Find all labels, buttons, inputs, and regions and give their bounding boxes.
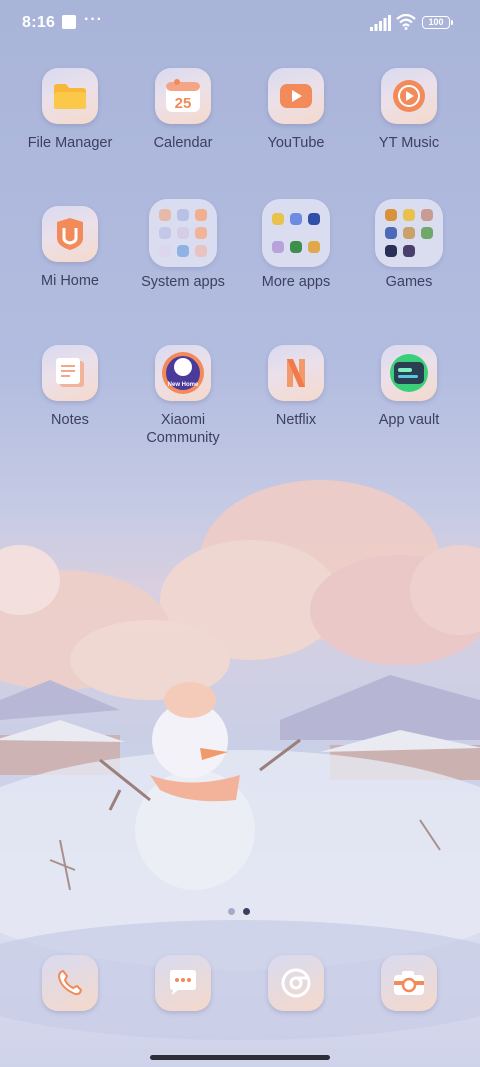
mini-app-icon [384,226,397,239]
app-file-manager[interactable]: File Manager [15,68,125,152]
yt-music-icon [381,68,437,124]
youtube-icon [268,68,324,124]
wallpaper [0,480,480,1040]
folder-games[interactable]: Games [354,199,464,291]
app-app-vault[interactable]: App vault [354,345,464,429]
page-indicator[interactable] [228,908,250,915]
app-label: YT Music [378,135,440,151]
notes-icon [42,345,98,401]
mini-app-icon [176,208,189,221]
folder-more-apps[interactable]: More apps [241,199,351,291]
mini-app-icon [289,213,302,226]
app-netflix[interactable]: Netflix [241,345,351,429]
dock-browser[interactable] [268,955,324,1011]
folder-label: More apps [261,274,331,290]
page-dot[interactable] [228,908,235,915]
page-dot-current[interactable] [243,908,250,915]
app-label: Xiaomi Community [146,412,220,446]
app-label: Mi Home [40,273,99,289]
app-yt-music[interactable]: YT Music [354,68,464,152]
chrome-icon [268,955,324,1011]
dock-messages[interactable] [155,955,211,1011]
folder-system-apps[interactable]: System apps [128,199,238,291]
mini-app-icon [402,245,415,258]
notification-icon [62,15,76,29]
battery-indicator: 100 [422,16,453,29]
status-bar: 8:16 ··· 100 [0,0,480,46]
mini-app-icon [384,245,397,258]
mini-app-icon [195,226,208,239]
wifi-icon [396,14,416,30]
mini-app-icon [195,245,208,258]
app-mi-home[interactable]: Mi Home [15,206,125,290]
app-label: File Manager [27,135,113,151]
mini-app-icon [384,208,397,221]
mini-app-icon [271,213,284,226]
mini-app-icon [402,208,415,221]
app-label: Notes [51,412,89,428]
home-gesture-bar[interactable] [150,1055,330,1060]
app-label: Calendar [153,135,213,151]
mini-app-icon [421,208,434,221]
more-notifications-icon: ··· [84,11,103,28]
signal-icon [370,15,391,31]
phone-icon [42,955,98,1011]
app-vault-icon [381,345,437,401]
app-label: YouTube [267,135,325,151]
mini-app-icon [289,240,302,253]
folder-group-icon [375,199,443,267]
camera-icon [381,955,437,1011]
dock-phone[interactable] [42,955,98,1011]
mini-app-icon [195,208,208,221]
mini-app-icon [158,226,171,239]
folder-group-icon [149,199,217,267]
app-label: App vault [378,412,440,428]
mini-app-icon [158,208,171,221]
mi-home-icon [42,206,98,262]
folder-icon [42,68,98,124]
calendar-icon: 25 [155,68,211,124]
mini-app-icon [176,245,189,258]
folder-label: Games [385,274,433,290]
mini-app-icon [271,240,284,253]
community-badge: New Home [168,382,199,388]
mini-app-icon [176,226,189,239]
app-xiaomi-community[interactable]: New Home Xiaomi Community [128,345,238,447]
app-notes[interactable]: Notes [15,345,125,429]
messages-icon [155,955,211,1011]
folder-group-icon [262,199,330,267]
community-icon: New Home [155,345,211,401]
app-calendar[interactable]: 25 Calendar [128,68,238,152]
mini-app-icon [402,226,415,239]
app-youtube[interactable]: YouTube [241,68,351,152]
netflix-icon [268,345,324,401]
mini-app-icon [308,240,321,253]
calendar-date: 25 [175,95,192,112]
status-time: 8:16 [22,14,56,31]
dock-camera[interactable] [381,955,437,1011]
folder-label: System apps [141,274,225,290]
app-label: Netflix [275,412,317,428]
mini-app-icon [308,213,321,226]
mini-app-icon [158,245,171,258]
mini-app-icon [421,226,434,239]
